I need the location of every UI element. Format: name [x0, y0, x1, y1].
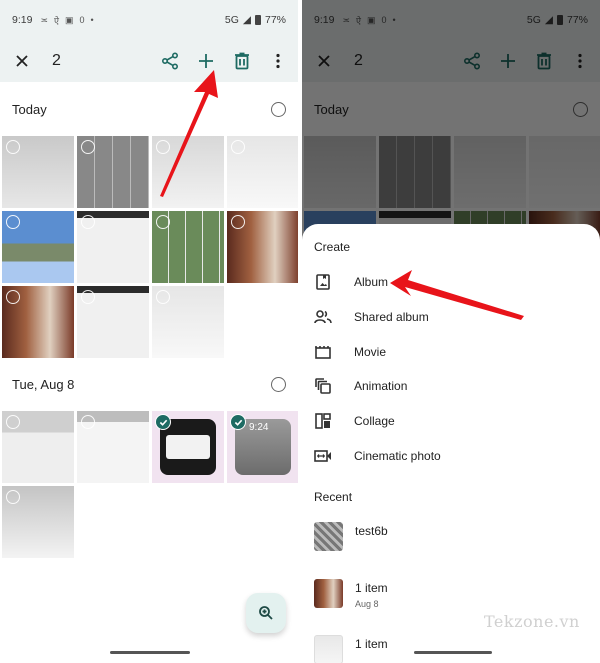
menu-item-label: Movie	[354, 345, 387, 359]
select-checkbox[interactable]	[81, 215, 95, 229]
select-checkbox[interactable]	[156, 215, 170, 229]
menu-item-album[interactable]: Album	[302, 265, 600, 299]
recent-album-item[interactable]: 1 item Aug 8	[314, 579, 388, 609]
recent-album-item[interactable]: test6b	[314, 522, 388, 551]
select-checkbox[interactable]	[6, 415, 20, 429]
collage-icon	[314, 412, 332, 430]
select-checkbox[interactable]	[6, 215, 20, 229]
album-name: 1 item	[355, 581, 388, 595]
select-checkbox[interactable]	[156, 290, 170, 304]
photo-grid-aug8: 9:24	[2, 411, 298, 558]
check-icon[interactable]	[155, 414, 171, 430]
photo-tile-selected[interactable]	[152, 411, 224, 483]
recent-album-item[interactable]: 1 item	[314, 635, 388, 663]
status-time: 9:19	[12, 14, 33, 26]
notification-icons: ≍ ऐ ▣ 0 •	[40, 14, 93, 27]
gesture-nav-bar[interactable]	[414, 651, 492, 654]
menu-item-shared-album[interactable]: Shared album	[302, 300, 600, 334]
photo-tile[interactable]	[152, 211, 224, 283]
network-label: 5G	[224, 14, 239, 26]
photos-selection-screen: 9:19 ≍ ऐ ▣ 0 • 5G ◢ 77% 2 Today Tue, Aug…	[0, 0, 298, 663]
gallery-notification-icon: ▣	[64, 14, 74, 25]
more-vert-icon[interactable]	[268, 51, 288, 71]
photo-tile[interactable]	[152, 286, 224, 358]
album-icon	[314, 273, 332, 291]
album-thumbnail	[314, 635, 343, 663]
photo-tile[interactable]	[2, 211, 74, 283]
signal-icon: ◢	[242, 14, 251, 26]
screenshot-comparison: 9:19 ≍ ऐ ▣ 0 • 5G ◢ 77% 2 Today Tue, Aug…	[0, 0, 600, 663]
menu-item-animation[interactable]: Animation	[302, 369, 600, 403]
movie-icon	[314, 343, 332, 361]
select-checkbox[interactable]	[81, 290, 95, 304]
photo-tile[interactable]	[227, 136, 298, 208]
photo-tile[interactable]	[2, 136, 74, 208]
select-checkbox[interactable]	[6, 490, 20, 504]
recent-section-title: Recent	[314, 490, 353, 504]
delete-icon[interactable]	[232, 51, 252, 71]
sheet-title: Create	[314, 240, 351, 254]
section-header-today: Today	[0, 94, 298, 124]
app-notification-icon: ऐ	[53, 15, 59, 26]
photo-tile[interactable]	[2, 286, 74, 358]
section-title: Tue, Aug 8	[12, 376, 75, 392]
photo-tile[interactable]	[77, 211, 149, 283]
selection-toolbar: 2	[0, 40, 298, 82]
select-checkbox[interactable]	[231, 140, 245, 154]
select-all-today-checkbox[interactable]	[271, 101, 286, 117]
album-thumbnail	[314, 579, 343, 608]
status-bar: 9:19 ≍ ऐ ▣ 0 • 5G ◢ 77%	[0, 0, 298, 40]
select-checkbox[interactable]	[6, 140, 20, 154]
zoom-button[interactable]	[246, 593, 286, 633]
select-checkbox[interactable]	[81, 140, 95, 154]
watermark: Tekzone.vn	[484, 612, 580, 631]
photo-tile[interactable]	[77, 286, 149, 358]
section-title: Today	[12, 101, 47, 117]
photo-tile[interactable]	[2, 486, 74, 558]
photo-tile-selected[interactable]: 9:24	[227, 411, 298, 483]
animation-icon	[314, 377, 332, 395]
select-all-aug8-checkbox[interactable]	[271, 376, 286, 392]
photo-tile[interactable]	[152, 136, 224, 208]
dot-icon: •	[90, 15, 94, 25]
data-speed-icon: 0	[79, 15, 85, 25]
create-bottom-sheet: Create Album Shared album Movie Animatio…	[302, 224, 600, 663]
select-checkbox[interactable]	[6, 290, 20, 304]
section-header-aug8: Tue, Aug 8	[0, 369, 298, 399]
link-icon: ≍	[40, 14, 48, 25]
close-icon[interactable]	[10, 49, 34, 73]
album-name: test6b	[355, 524, 388, 538]
menu-item-label: Collage	[354, 414, 395, 428]
check-icon[interactable]	[230, 414, 246, 430]
menu-item-label: Shared album	[354, 310, 429, 324]
add-icon[interactable]	[196, 51, 216, 71]
album-date: Aug 8	[355, 599, 379, 609]
gesture-nav-bar[interactable]	[110, 651, 190, 654]
battery-icon	[254, 15, 261, 25]
menu-item-collage[interactable]: Collage	[302, 404, 600, 438]
select-checkbox[interactable]	[156, 140, 170, 154]
photo-tile[interactable]	[77, 411, 149, 483]
album-name: 1 item	[355, 637, 388, 651]
menu-item-label: Album	[354, 275, 389, 289]
photo-tile[interactable]	[77, 136, 149, 208]
select-checkbox[interactable]	[81, 415, 95, 429]
photo-grid-today	[2, 136, 298, 358]
shared-album-icon	[314, 308, 332, 326]
photos-create-sheet-screen: 9:19 ≍ ऐ ▣ 0 • 5G ◢ 77% 2	[302, 0, 600, 663]
menu-item-cinematic-photo[interactable]: Cinematic photo	[302, 439, 600, 473]
cinematic-photo-icon	[314, 447, 332, 465]
battery-percent: 77%	[264, 14, 286, 26]
share-icon[interactable]	[160, 51, 180, 71]
zoom-in-icon	[259, 606, 273, 620]
menu-item-movie[interactable]: Movie	[302, 335, 600, 369]
photo-tile[interactable]	[227, 211, 298, 283]
album-thumbnail	[314, 522, 343, 551]
selected-count: 2	[52, 52, 61, 69]
select-checkbox[interactable]	[231, 215, 245, 229]
menu-item-label: Animation	[354, 379, 408, 393]
menu-item-label: Cinematic photo	[354, 449, 441, 463]
photo-tile[interactable]	[2, 411, 74, 483]
